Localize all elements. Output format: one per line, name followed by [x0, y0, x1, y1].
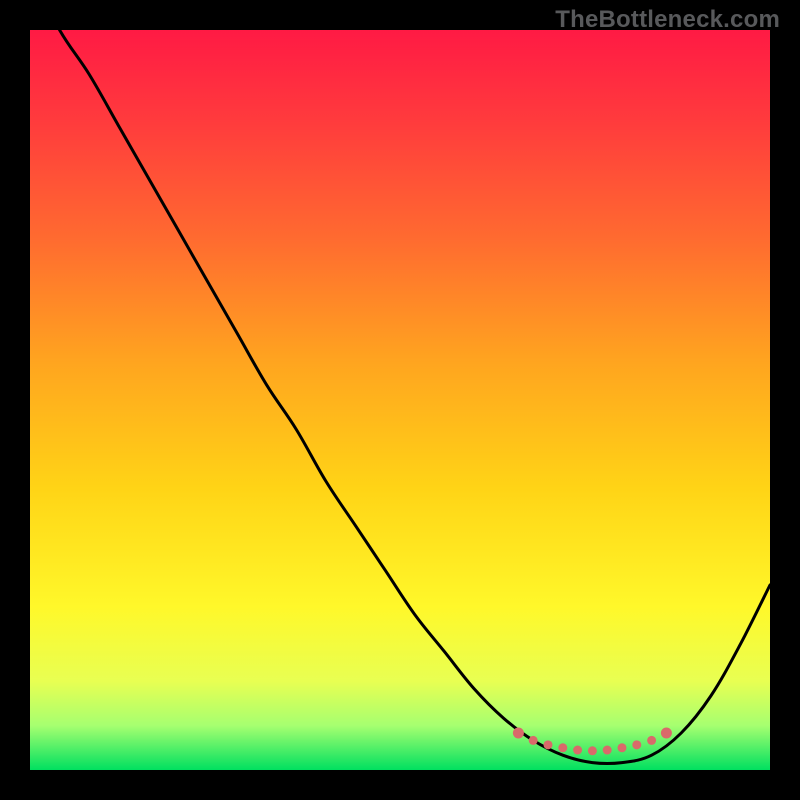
highlight-dot	[661, 728, 672, 739]
highlight-dot	[588, 746, 597, 755]
plot-area	[30, 30, 770, 770]
highlight-dot	[632, 740, 641, 749]
highlight-dot	[618, 743, 627, 752]
gradient-background	[30, 30, 770, 770]
chart-container: TheBottleneck.com	[0, 0, 800, 800]
highlight-dot	[529, 736, 538, 745]
plot-svg	[30, 30, 770, 770]
highlight-dot	[513, 728, 524, 739]
highlight-dot	[573, 746, 582, 755]
highlight-dot	[544, 740, 553, 749]
highlight-dot	[647, 736, 656, 745]
watermark-text: TheBottleneck.com	[555, 6, 780, 34]
highlight-dot	[558, 743, 567, 752]
highlight-dot	[603, 746, 612, 755]
